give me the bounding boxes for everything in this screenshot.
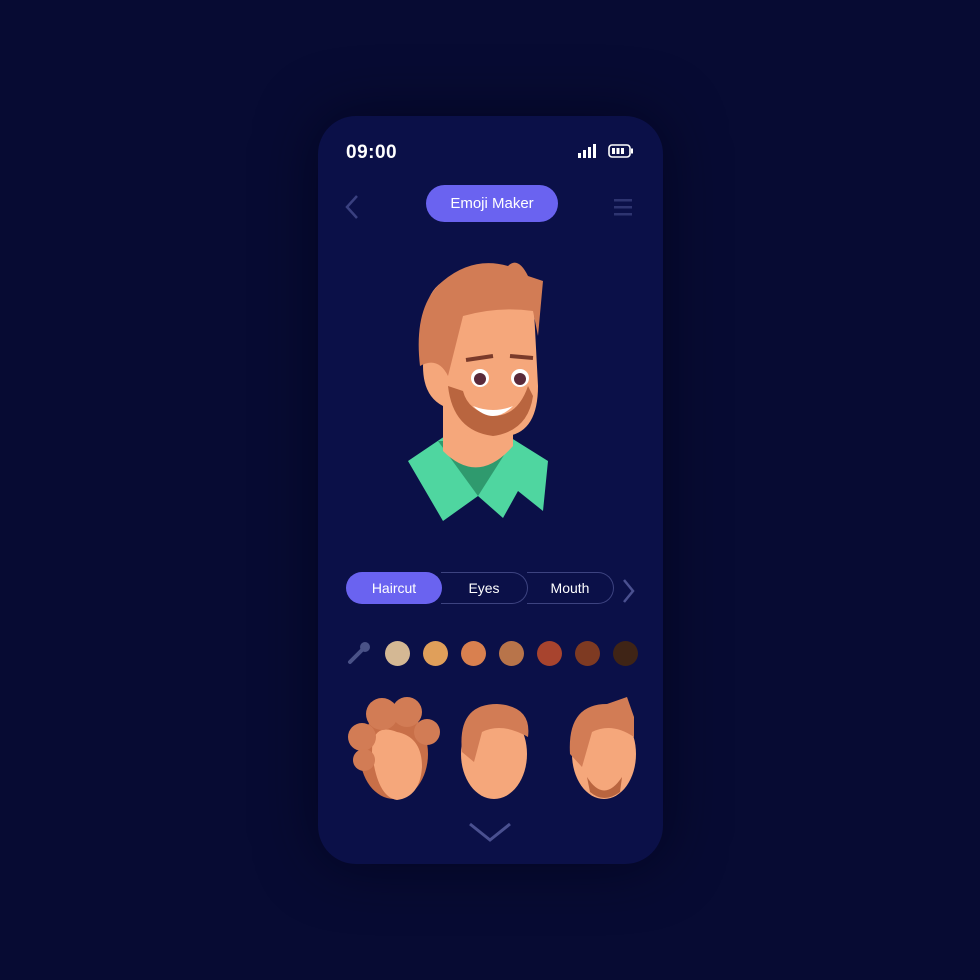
color-swatch[interactable] (385, 640, 410, 666)
feature-tabs: Haircut Eyes Mouth (346, 572, 614, 604)
haircut-option-beard[interactable] (569, 697, 636, 799)
color-swatch[interactable] (575, 640, 600, 666)
avatar-preview (408, 262, 548, 521)
color-swatch[interactable] (613, 640, 638, 666)
chevron-down-icon[interactable] (468, 821, 512, 843)
phone-screen: 09:00 Emoji Maker Haircut Eyes Mouth (318, 116, 663, 864)
menu-icon[interactable] (614, 198, 634, 216)
tab-eyes[interactable]: Eyes (441, 572, 528, 604)
chevron-right-icon[interactable] (622, 578, 636, 604)
emoji-maker-title[interactable]: Emoji Maker (426, 185, 558, 222)
color-swatch[interactable] (423, 640, 448, 666)
battery-icon (608, 144, 633, 158)
haircut-option-short[interactable] (461, 704, 529, 799)
chevron-left-icon[interactable] (344, 194, 360, 220)
eyedropper-icon[interactable] (346, 640, 372, 666)
signal-icon (578, 144, 596, 158)
color-swatch[interactable] (499, 640, 524, 666)
color-swatch[interactable] (461, 640, 486, 666)
color-swatch[interactable] (537, 640, 562, 666)
tab-mouth[interactable]: Mouth (527, 572, 614, 604)
tab-haircut[interactable]: Haircut (346, 572, 442, 604)
status-time: 09:00 (346, 142, 398, 163)
haircut-options (348, 697, 636, 800)
color-palette (346, 640, 638, 666)
haircut-option-curly[interactable] (348, 697, 440, 800)
